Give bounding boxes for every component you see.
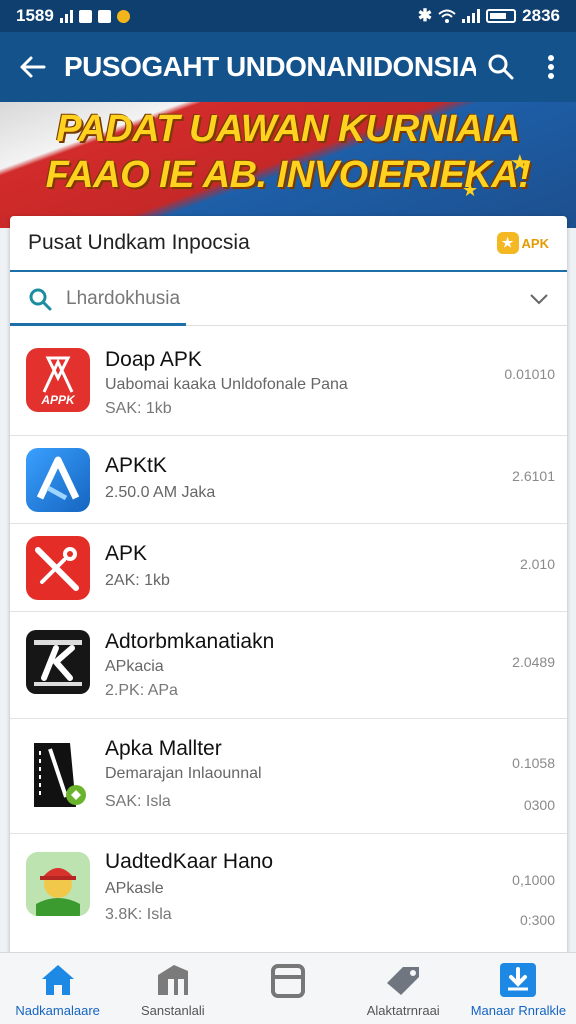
card-title: Pusat Undkam Inpocsia bbox=[28, 231, 250, 254]
apk-red-icon: APPK bbox=[26, 348, 90, 412]
star-icon: ★ bbox=[462, 180, 479, 200]
app-icon-text: APPK bbox=[40, 393, 76, 407]
search-button[interactable] bbox=[476, 32, 526, 102]
notification-icon bbox=[116, 9, 130, 23]
list-item[interactable]: Adtorbmkanatiakn APkacia 2.PK: APa 2.048… bbox=[10, 612, 567, 719]
status-time: 1589 bbox=[16, 6, 54, 25]
helmet-man-icon bbox=[26, 852, 90, 916]
nav-label: Nadkamalaare bbox=[15, 1003, 100, 1018]
a-letter-graphic bbox=[36, 456, 80, 501]
star-icon: ★ bbox=[510, 150, 530, 175]
search-icon bbox=[488, 54, 514, 80]
app-name: APKtK bbox=[105, 454, 167, 477]
nav-item-home[interactable]: Nadkamalaare bbox=[0, 953, 115, 1024]
notification-icon bbox=[97, 9, 111, 23]
nav-item-tags[interactable]: Alaktatrnraai bbox=[346, 953, 461, 1024]
app-description: 2AK: 1kb bbox=[105, 572, 170, 589]
more-vert-icon bbox=[548, 55, 554, 79]
black-flag-icon bbox=[26, 737, 90, 811]
app-meta: 2.0489 bbox=[512, 654, 555, 670]
flag-graphic bbox=[34, 743, 86, 807]
app-name: UadtedKaar Hano bbox=[105, 850, 274, 873]
search-underline bbox=[10, 323, 186, 326]
app-meta-secondary: 0:300 bbox=[519, 912, 555, 928]
search-field[interactable]: Lhardokhusia bbox=[10, 272, 567, 326]
app-name: Apka Mallter bbox=[105, 737, 222, 760]
cell-signal-icon bbox=[462, 9, 481, 23]
bluetooth-icon: ✱ bbox=[417, 6, 433, 25]
download-icon bbox=[500, 963, 537, 997]
status-right: ✱ 2836 bbox=[418, 6, 560, 26]
app-bar: PUSOGAHT UNDONANIDONSIA bbox=[0, 32, 576, 102]
app-description: Uabomai kaaka Unldofonale Pana bbox=[105, 376, 348, 393]
red-wrench-icon bbox=[26, 536, 90, 600]
nav-label: Manaar Rnralkle bbox=[470, 1003, 567, 1018]
app-description: 2.50.0 AM Jaka bbox=[105, 484, 216, 501]
app-description: APkacia bbox=[105, 658, 164, 675]
app-meta: 0.01010 bbox=[504, 366, 555, 382]
status-bar: 1589 ✱ 2836 bbox=[0, 0, 576, 32]
list-item[interactable]: UadtedKaar Hano APkasle 3.8K: Isla 0,100… bbox=[10, 834, 567, 949]
app-size: SAK: 1kb bbox=[105, 400, 172, 417]
wrench-graphic bbox=[35, 547, 79, 591]
window-icon bbox=[271, 964, 305, 998]
apk-badge[interactable]: ★ APK bbox=[496, 232, 549, 254]
banner-subheadline: FAAO IE AB. INVOIERIEKA! bbox=[45, 154, 531, 196]
promo-banner[interactable]: PADAT UAWAN KURNIAIA FAAO IE AB. INVOIER… bbox=[0, 102, 576, 228]
nav-item-store[interactable]: Sanstanlali bbox=[115, 953, 230, 1024]
notification-icon bbox=[78, 9, 92, 23]
app-list-card: Pusat Undkam Inpocsia ★ APK Lhardokhusia… bbox=[10, 216, 567, 976]
app-description: APkasle bbox=[105, 880, 164, 897]
nav-item-window[interactable] bbox=[230, 953, 345, 1024]
more-options-button[interactable] bbox=[526, 32, 576, 102]
nav-label: Alaktatrnraai bbox=[366, 1003, 440, 1018]
banner-headline: PADAT UAWAN KURNIAIA bbox=[56, 108, 520, 150]
helmet-man-graphic bbox=[26, 852, 90, 916]
app-meta: 2.010 bbox=[519, 556, 555, 572]
app-size: 2.PK: APa bbox=[105, 682, 178, 699]
status-clock: 2836 bbox=[522, 6, 560, 25]
wifi-icon bbox=[438, 9, 456, 23]
app-name: Doap APK bbox=[105, 348, 202, 371]
app-meta: 2.6101 bbox=[512, 468, 555, 484]
bottom-nav: Nadkamalaare Sanstanlali Alaktatrnraai M… bbox=[0, 952, 576, 1024]
apk-badge-icon: ★ bbox=[496, 232, 519, 254]
kr-graphic bbox=[34, 640, 82, 686]
list-item[interactable]: APKtK 2.50.0 AM Jaka 2.6101 bbox=[10, 436, 567, 524]
chevron-down-icon[interactable] bbox=[529, 293, 549, 305]
battery-icon bbox=[486, 9, 517, 23]
list-item[interactable]: APK 2AK: 1kb 2.010 bbox=[10, 524, 567, 612]
back-button[interactable] bbox=[0, 32, 64, 102]
signal-icon bbox=[59, 9, 73, 23]
blue-a-icon bbox=[26, 448, 90, 512]
list-item[interactable]: APPK Doap APK Uabomai kaaka Unldofonale … bbox=[10, 328, 567, 436]
store-icon bbox=[157, 965, 188, 995]
nav-label: Sanstanlali bbox=[141, 1003, 205, 1018]
home-icon bbox=[41, 965, 74, 995]
status-left: 1589 bbox=[16, 6, 130, 26]
app-size: SAK: Isla bbox=[105, 793, 171, 810]
app-name: APK bbox=[105, 542, 148, 565]
apk-red-icon-graphic: APPK bbox=[40, 356, 76, 407]
dark-kr-icon bbox=[26, 630, 90, 694]
page-title: PUSOGAHT UNDONANIDONSIA bbox=[64, 51, 476, 82]
app-name: Adtorbmkanatiakn bbox=[105, 630, 275, 653]
app-meta: 0,1000 bbox=[512, 872, 555, 888]
app-size: 3.8K: Isla bbox=[105, 906, 172, 923]
nav-item-downloads[interactable]: Manaar Rnralkle bbox=[461, 953, 576, 1024]
app-meta: 0.1058 bbox=[512, 755, 555, 771]
list-item[interactable]: Apka Mallter Demarajan Inlaounnal SAK: I… bbox=[10, 719, 567, 834]
apk-badge-label: APK bbox=[521, 235, 549, 251]
tag-icon bbox=[387, 967, 420, 995]
search-icon bbox=[29, 288, 52, 310]
search-input[interactable]: Lhardokhusia bbox=[66, 288, 529, 310]
app-meta-secondary: 0300 bbox=[523, 797, 555, 813]
app-list: APPK Doap APK Uabomai kaaka Unldofonale … bbox=[10, 328, 567, 949]
card-header: Pusat Undkam Inpocsia ★ APK bbox=[10, 216, 567, 272]
arrow-back-icon bbox=[20, 56, 46, 78]
app-description: Demarajan Inlaounnal bbox=[105, 765, 262, 782]
